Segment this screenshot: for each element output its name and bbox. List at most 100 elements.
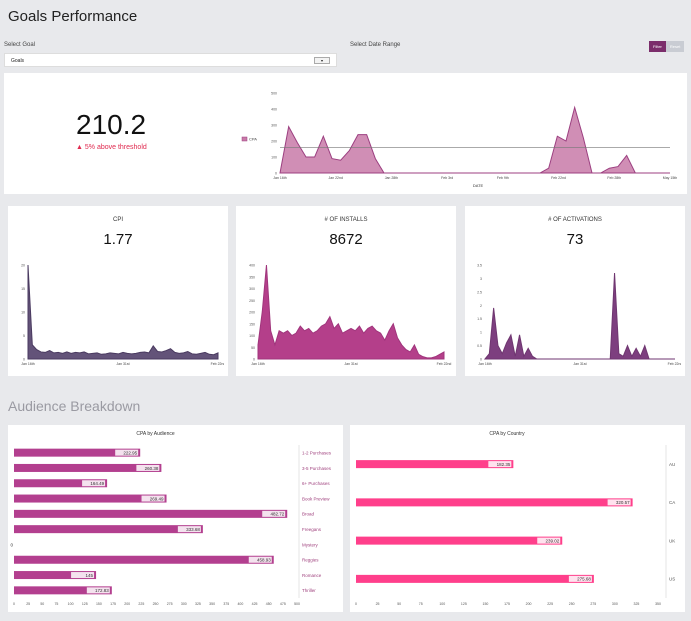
chart-title: CPA by Country (489, 431, 525, 437)
x-tick-label: 325 (634, 602, 640, 606)
legend-label: CPA (249, 137, 257, 142)
x-tick-label: Jan 16th (21, 362, 34, 366)
x-tick-label: 350 (655, 602, 661, 606)
x-tick-label: 50 (397, 602, 401, 606)
y-tick-label: 400 (271, 108, 277, 112)
bar (14, 555, 274, 564)
x-tick-label: 75 (419, 602, 423, 606)
goal-select-value: Goals (11, 58, 25, 64)
x-tick-label: 125 (461, 602, 467, 606)
x-tick-label: 125 (82, 602, 88, 606)
threshold-change-text: 5% above threshold (84, 144, 147, 151)
x-tick-label: Feb 22nd (668, 362, 681, 366)
kpi-value: 8672 (329, 231, 363, 248)
x-tick-label: May 15th (663, 176, 677, 180)
kpi-title: CPI (112, 217, 123, 223)
y-tick-label: 150 (249, 322, 255, 326)
x-tick-label: Feb 3rd (441, 176, 453, 180)
x-tick-label: Jan 16th (273, 176, 286, 180)
category-label: 3-5 Purchases (302, 466, 332, 471)
y-tick-label: 50 (251, 346, 255, 350)
y-tick-label: 350 (249, 275, 255, 279)
kpi-card-cpi: CPI 1.77 0 5 10 15 20 Jan 16th Jan 31st Feb 22n… (8, 206, 228, 376)
y-tick-label: 0 (23, 358, 25, 362)
x-tick-label: 375 (223, 602, 229, 606)
x-tick-label: Jan 31st (116, 362, 129, 366)
bar-value-label: 182.35 (497, 462, 511, 467)
bar-value-label: 222.95 (123, 450, 137, 455)
bar (356, 574, 594, 583)
x-axis-title: DATE (473, 183, 484, 188)
bar-value-label: 269.49 (150, 496, 164, 501)
y-tick-label: 300 (271, 124, 277, 128)
filter-button[interactable]: Filter (649, 41, 666, 52)
x-tick-label: 250 (153, 602, 159, 606)
x-tick-label: 275 (590, 602, 596, 606)
kpi-title: # OF INSTALLS (324, 217, 368, 223)
bar-value-label: 275.68 (577, 577, 591, 582)
y-tick-label: 20 (21, 264, 25, 268)
kpi-value: 73 (566, 231, 584, 248)
chevron-down-icon[interactable]: ▾ (314, 57, 330, 64)
kpi-card-installs: # OF INSTALLS 8672 0 50 100 150 200 250 300 350… (236, 206, 456, 376)
x-tick-label: 100 (68, 602, 74, 606)
country-bar-chart: CPA by Country 182.35 AU 320.57 CA 239.02 UK 27… (355, 431, 675, 606)
select-goal-label: Select Goal (4, 42, 36, 48)
legend-swatch (241, 136, 248, 142)
date-range-label: Select Date Range (350, 42, 401, 48)
x-tick-label: Jan 16th (251, 362, 264, 366)
y-tick-label: 300 (249, 287, 255, 291)
category-label: US (669, 577, 675, 582)
x-tick-label: Jan 31st (344, 362, 357, 366)
y-tick-label: 3.5 (477, 264, 482, 268)
area-series (257, 264, 445, 360)
kpi-card-activations: # OF ACTIVATIONS 73 0 0.5 1 1.5 2 2.5 3 3.5 Jan … (465, 206, 685, 376)
goal-select[interactable]: Goals ▾ (4, 53, 337, 67)
x-tick-label: 150 (483, 602, 489, 606)
bar-value-label: 320.57 (616, 500, 630, 505)
activations-area-chart: 0 0.5 1 1.5 2 2.5 3 3.5 Jan 16th Jan 31st Feb 22nd (477, 264, 681, 367)
category-label: Reggies (302, 558, 319, 563)
x-tick-label: 175 (110, 602, 116, 606)
y-tick-label: 1 (480, 331, 482, 335)
x-tick-label: 225 (547, 602, 553, 606)
x-tick-label: 400 (237, 602, 243, 606)
x-tick-label: Jan 22nd (329, 176, 343, 180)
y-tick-label: 0 (253, 358, 255, 362)
x-tick-label: 350 (209, 602, 215, 606)
category-label: 1-2 Purchases (302, 450, 332, 455)
x-tick-label: 75 (54, 602, 58, 606)
reset-button[interactable]: Reset (665, 41, 685, 52)
category-label: AU (669, 462, 675, 467)
x-tick-label: Feb 22nd (437, 362, 452, 366)
x-tick-label: Jan 31st (573, 362, 586, 366)
x-tick-label: 475 (280, 602, 286, 606)
x-tick-label: 425 (252, 602, 258, 606)
area-series (483, 273, 675, 360)
bar-value-label: 172.83 (95, 588, 109, 593)
bar (14, 509, 288, 518)
y-tick-label: 1.5 (477, 317, 482, 321)
y-tick-label: 2.5 (477, 290, 482, 294)
category-label: UK (669, 538, 675, 543)
x-tick-label: 225 (138, 602, 144, 606)
chart-title: CPA by Audience (136, 431, 174, 437)
kpi-value: 1.77 (103, 231, 133, 248)
section-title: Audience Breakdown (8, 398, 141, 414)
x-tick-label: Feb 22nd (551, 176, 566, 180)
bar-value-label: 260.38 (145, 466, 159, 471)
kpi-title: # OF ACTIVATIONS (548, 217, 602, 223)
y-tick-label: 200 (271, 140, 277, 144)
x-tick-label: 175 (504, 602, 510, 606)
x-tick-label: 25 (26, 602, 30, 606)
y-tick-label: 0 (275, 172, 277, 176)
x-tick-label: Feb 9th (497, 176, 509, 180)
cpi-area-chart: 0 5 10 15 20 Jan 16th Jan 31st Feb 22nd (21, 264, 224, 367)
y-tick-label: 2 (480, 304, 482, 308)
x-tick-label: 100 (439, 602, 445, 606)
cpa-area-chart: 0 100 200 300 400 500 Jan 16th Jan 22nd Jan 28th… (241, 92, 677, 188)
bar (356, 536, 563, 545)
category-label: Broad (302, 512, 315, 517)
y-tick-label: 15 (21, 287, 25, 291)
x-tick-label: 275 (167, 602, 173, 606)
